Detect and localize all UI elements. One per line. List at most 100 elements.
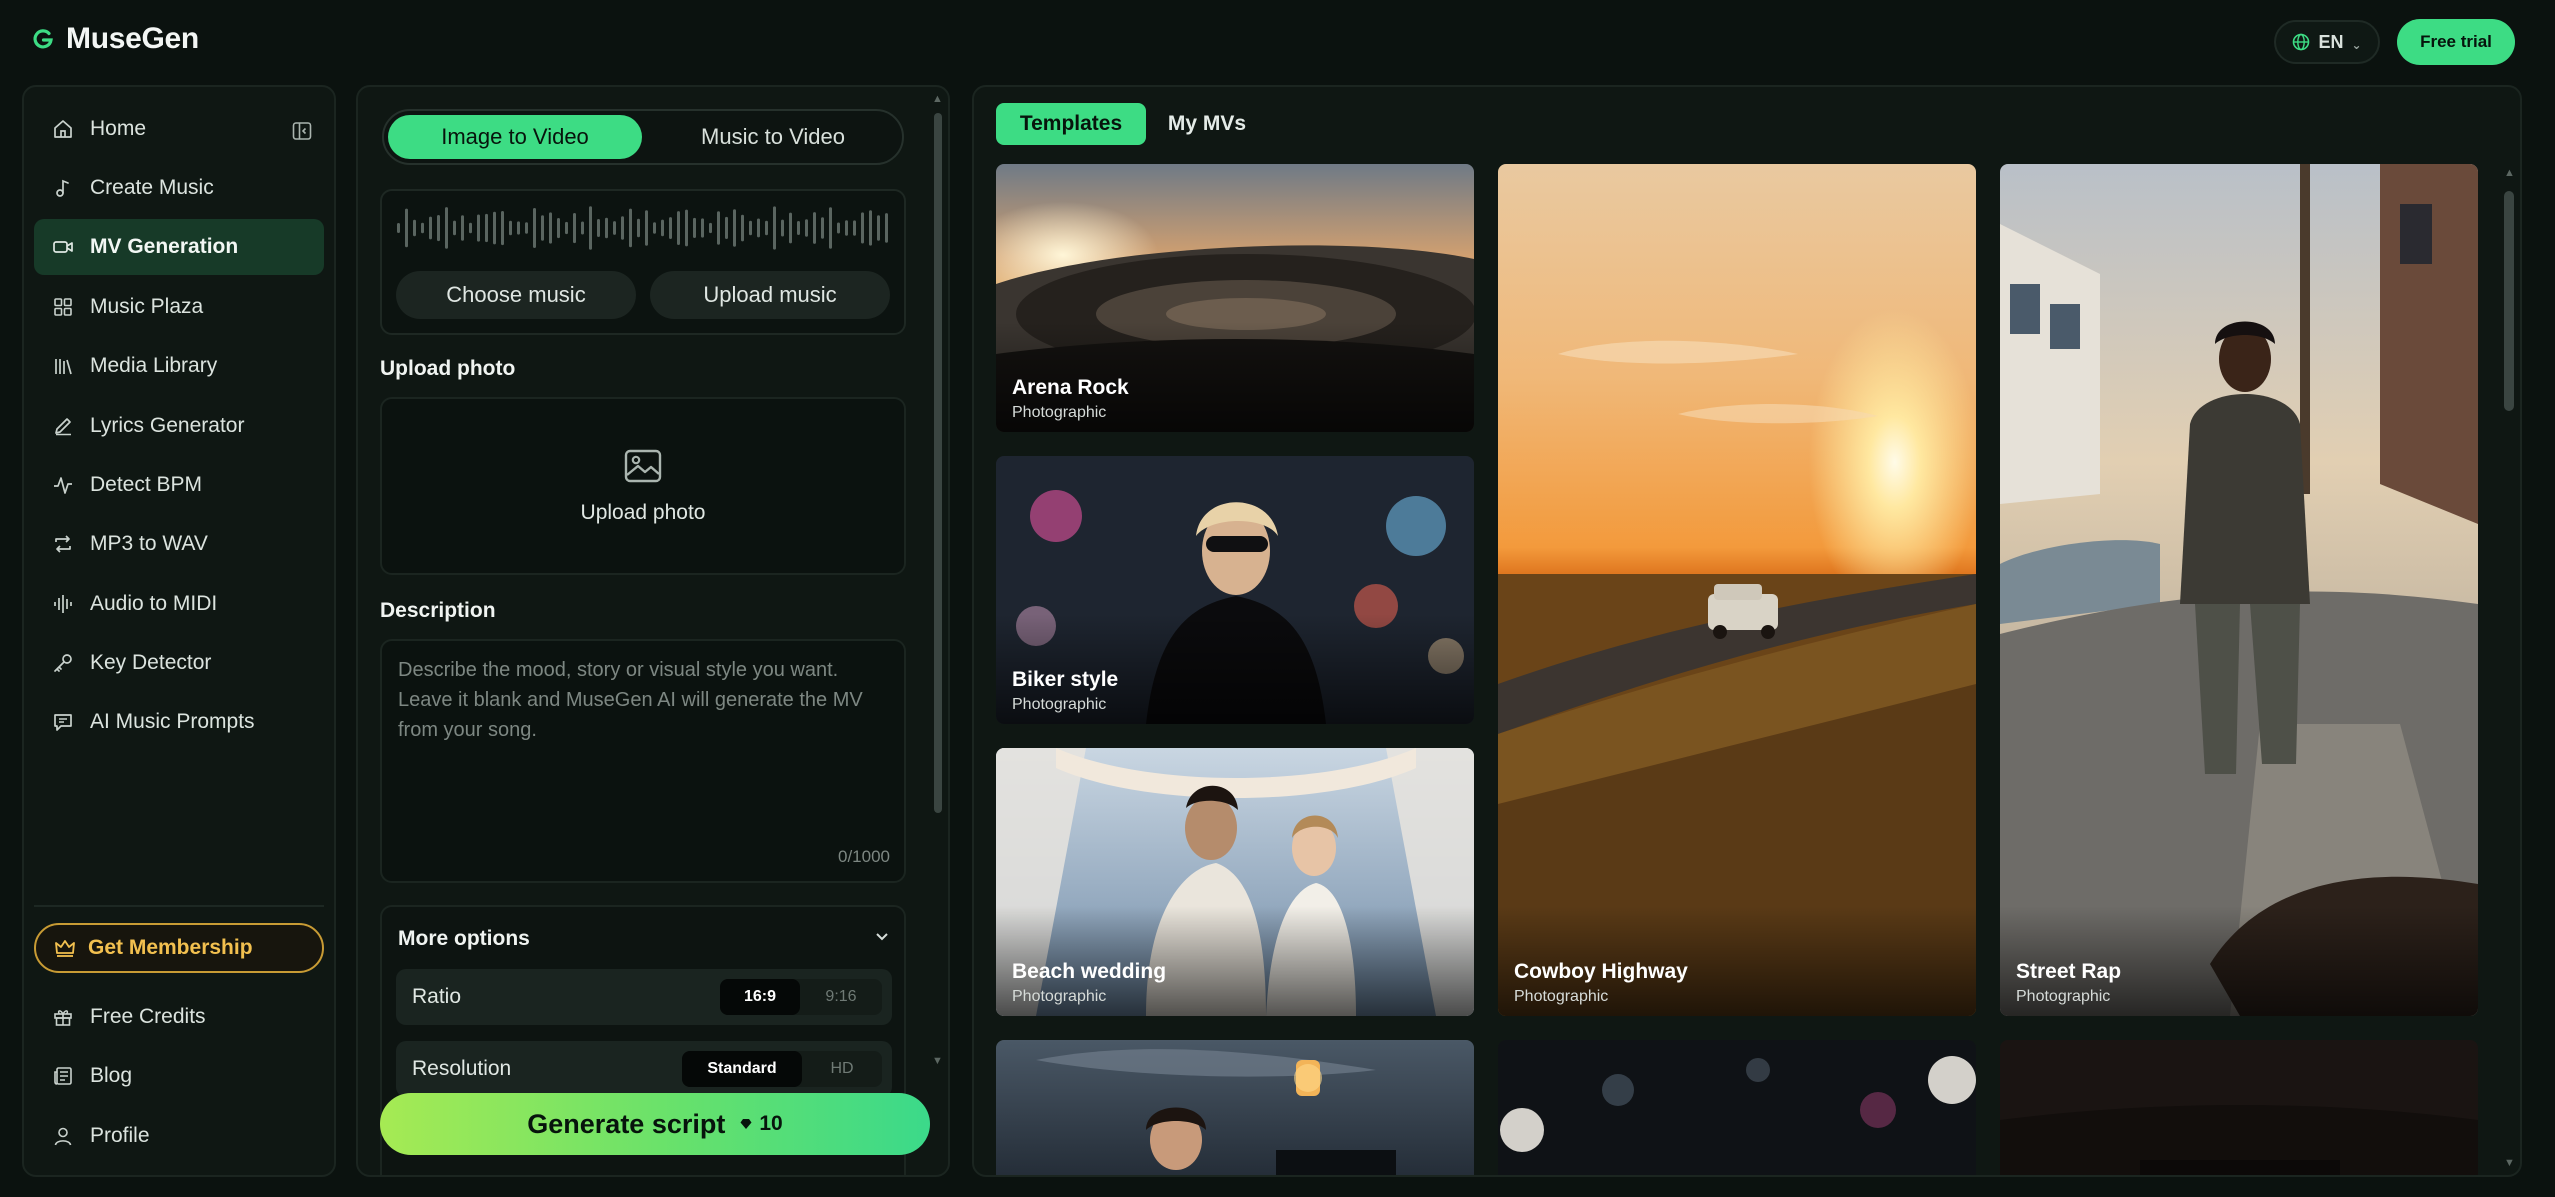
language-selector[interactable]: EN ⌄ bbox=[2274, 20, 2380, 64]
generate-script-button[interactable]: Generate script 10 bbox=[380, 1093, 930, 1155]
waveform-bar bbox=[765, 220, 768, 236]
waveform-bar bbox=[597, 219, 600, 237]
waveform-bar bbox=[733, 209, 736, 247]
sidebar-item-audio-to-midi[interactable]: Audio to MIDI bbox=[34, 576, 324, 632]
sidebar-item-blog[interactable]: Blog bbox=[34, 1048, 324, 1104]
sidebar-item-label: Media Library bbox=[90, 354, 218, 377]
template-card-cowboy-highway[interactable]: Cowboy Highway Photographic bbox=[1498, 164, 1976, 1016]
character-count: 0/1000 bbox=[838, 847, 890, 866]
free-trial-button[interactable]: Free trial bbox=[2397, 19, 2515, 65]
waveform-bar bbox=[413, 219, 416, 237]
template-card-bokeh-night[interactable] bbox=[1498, 1040, 1976, 1175]
waveform-bar bbox=[885, 213, 888, 243]
description-textarea[interactable]: Describe the mood, story or visual style… bbox=[380, 639, 906, 883]
sidebar-item-free-credits[interactable]: Free Credits bbox=[34, 989, 324, 1045]
template-title: Cowboy Highway bbox=[1514, 960, 1688, 983]
sidebar-item-label: MP3 to WAV bbox=[90, 532, 208, 555]
waveform-bar bbox=[781, 219, 784, 237]
sidebar-item-media-library[interactable]: Media Library bbox=[34, 338, 324, 394]
scroll-up-arrow-icon[interactable]: ▲ bbox=[932, 93, 943, 105]
choose-music-button[interactable]: Choose music bbox=[396, 271, 636, 319]
resolution-hd-option[interactable]: HD bbox=[802, 1051, 882, 1087]
sidebar-item-label: Audio to MIDI bbox=[90, 592, 218, 615]
sidebar-item-mv-generation[interactable]: MV Generation bbox=[34, 219, 324, 275]
cowboy-highway-thumbnail bbox=[1498, 164, 1976, 1016]
waveform-bar bbox=[693, 217, 696, 238]
sidebar-item-key-detector[interactable]: Key Detector bbox=[34, 635, 324, 691]
template-card-street-rap[interactable]: Street Rap Photographic bbox=[2000, 164, 2478, 1016]
scroll-down-arrow-icon[interactable]: ▼ bbox=[932, 1055, 943, 1067]
sidebar-item-detect-bpm[interactable]: Detect BPM bbox=[34, 457, 324, 513]
waveform-bar bbox=[397, 223, 400, 233]
upload-music-button[interactable]: Upload music bbox=[650, 271, 890, 319]
logo[interactable]: MuseGen bbox=[32, 22, 199, 56]
scroll-down-arrow-icon[interactable]: ▼ bbox=[2504, 1157, 2515, 1169]
description-placeholder: Describe the mood, story or visual style… bbox=[398, 659, 863, 741]
sidebar-item-label: MV Generation bbox=[90, 235, 239, 258]
resolution-standard-option[interactable]: Standard bbox=[682, 1051, 802, 1087]
sidebar-item-create-music[interactable]: Create Music bbox=[34, 160, 324, 216]
ratio-9-16-option[interactable]: 9:16 bbox=[800, 979, 882, 1015]
template-title: Street Rap bbox=[2016, 960, 2122, 983]
resolution-selector: Standard HD bbox=[682, 1051, 882, 1087]
waveform-bar bbox=[701, 218, 704, 238]
waveform-bar bbox=[517, 221, 520, 235]
tab-templates[interactable]: Templates bbox=[996, 103, 1146, 145]
waveform-bar bbox=[469, 222, 472, 234]
grid-icon bbox=[52, 296, 74, 318]
get-membership-button[interactable]: Get Membership bbox=[34, 923, 324, 973]
template-card-biker-style[interactable]: Biker style Photographic bbox=[996, 456, 1474, 724]
upload-photo-heading: Upload photo bbox=[380, 357, 516, 380]
tab-my-mvs[interactable]: My MVs bbox=[1152, 103, 1262, 145]
panel-scrollbar-thumb[interactable] bbox=[934, 113, 942, 813]
key-icon bbox=[52, 652, 74, 674]
language-label: EN bbox=[2318, 31, 2344, 52]
app-name: MuseGen bbox=[66, 22, 199, 55]
sidebar-item-lyrics-generator[interactable]: Lyrics Generator bbox=[34, 398, 324, 454]
template-card-dark-room[interactable] bbox=[2000, 1040, 2478, 1175]
waveform-bar bbox=[405, 208, 408, 248]
crown-icon bbox=[55, 940, 75, 957]
sidebar-item-ai-music-prompts[interactable]: AI Music Prompts bbox=[34, 694, 324, 750]
video-camera-icon bbox=[52, 236, 74, 258]
gallery-scrollbar-thumb[interactable] bbox=[2504, 191, 2514, 411]
waveform-bar bbox=[837, 222, 840, 234]
scroll-up-arrow-icon[interactable]: ▲ bbox=[2504, 167, 2515, 179]
templates-panel: Templates My MVs Arena Rock Photographic bbox=[972, 85, 2522, 1177]
waveform-bar bbox=[829, 207, 832, 249]
template-card-beach-wedding[interactable]: Beach wedding Photographic bbox=[996, 748, 1474, 1016]
resolution-option: Resolution Standard HD bbox=[396, 1041, 892, 1097]
generate-script-label: Generate script bbox=[527, 1108, 726, 1139]
upload-photo-label: Upload photo bbox=[580, 501, 706, 524]
image-icon bbox=[624, 449, 662, 483]
waveform-bar bbox=[461, 215, 464, 241]
pulse-icon bbox=[52, 474, 74, 496]
upload-photo-dropzone[interactable]: Upload photo bbox=[380, 397, 906, 575]
dark-room-thumbnail bbox=[2000, 1040, 2478, 1175]
waveform-bar bbox=[789, 212, 792, 244]
sidebar-item-music-plaza[interactable]: Music Plaza bbox=[34, 279, 324, 335]
sidebar-item-profile[interactable]: Profile bbox=[34, 1108, 324, 1164]
ratio-selector: 16:9 9:16 bbox=[720, 979, 882, 1015]
chevron-down-icon: ⌄ bbox=[2351, 38, 2362, 52]
convert-icon bbox=[52, 533, 74, 555]
bokeh-night-thumbnail bbox=[1498, 1040, 1976, 1175]
tab-image-to-video[interactable]: Image to Video bbox=[388, 115, 642, 159]
template-card-arena-rock[interactable]: Arena Rock Photographic bbox=[996, 164, 1474, 432]
waveform-bar bbox=[661, 219, 664, 237]
waveform-bar bbox=[421, 222, 424, 234]
sidebar-item-mp3-to-wav[interactable]: MP3 to WAV bbox=[34, 516, 324, 572]
template-card-piano-lantern[interactable] bbox=[996, 1040, 1474, 1175]
more-options-toggle[interactable]: More options bbox=[398, 927, 530, 951]
sidebar-item-home[interactable]: Home bbox=[34, 101, 324, 157]
tab-music-to-video[interactable]: Music to Video bbox=[646, 115, 900, 159]
waveform-bar bbox=[725, 216, 728, 239]
musegen-logo-icon bbox=[33, 29, 53, 49]
template-style: Photographic bbox=[1514, 988, 1609, 1005]
ratio-16-9-option[interactable]: 16:9 bbox=[720, 979, 800, 1015]
membership-label: Get Membership bbox=[88, 936, 253, 959]
waveform-bar bbox=[541, 215, 544, 241]
chevron-down-icon[interactable] bbox=[874, 931, 890, 943]
waveform-bar bbox=[845, 220, 848, 236]
template-style: Photographic bbox=[1012, 988, 1107, 1005]
